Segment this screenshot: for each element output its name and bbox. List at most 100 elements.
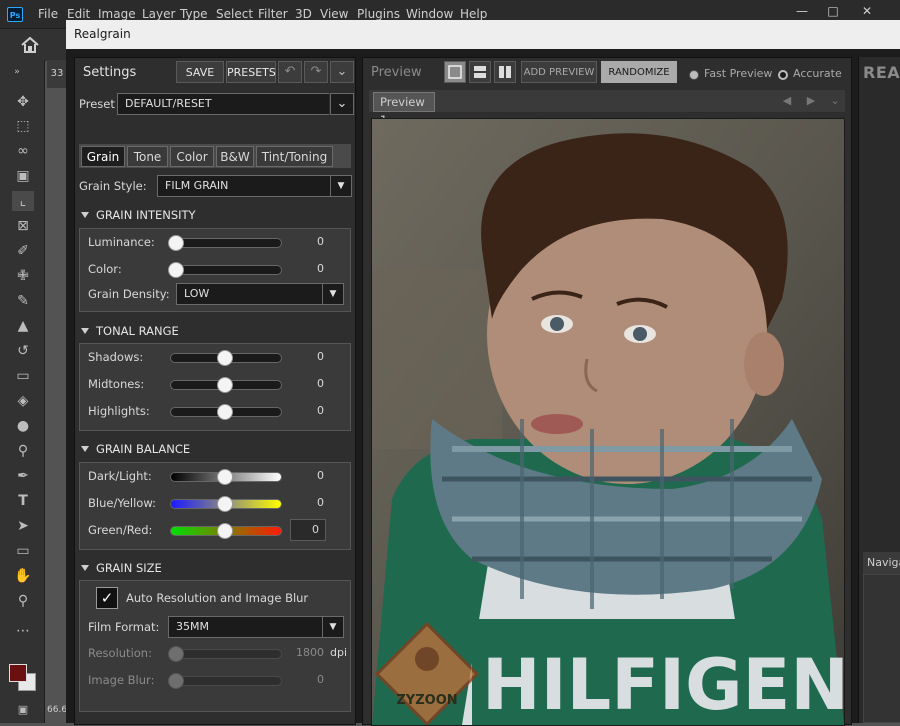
tab-tint-toning[interactable]: Tint/Toning	[256, 146, 333, 167]
green-red-slider-thumb[interactable]	[217, 523, 233, 539]
fast-preview-radio[interactable]	[689, 70, 699, 80]
blue-yellow-slider-thumb[interactable]	[217, 496, 233, 512]
marquee-tool-icon[interactable]: ⬚	[12, 116, 34, 136]
blur-tool-icon[interactable]: ●	[12, 416, 34, 436]
more-tools-icon[interactable]: ⋯	[12, 621, 34, 641]
color-intensity-label: Color:	[88, 262, 122, 276]
grain-intensity-header[interactable]: GRAIN INTENSITY	[81, 208, 196, 222]
paint-bucket-tool-icon[interactable]: ◈	[12, 391, 34, 411]
split-horizontal-button[interactable]	[469, 61, 491, 83]
image-blur-slider-thumb[interactable]	[168, 673, 184, 689]
luminance-slider-thumb[interactable]	[168, 235, 184, 251]
resolution-slider-track[interactable]	[170, 649, 282, 659]
grain-density-value: LOW	[184, 287, 210, 300]
close-icon[interactable]: ✕	[860, 4, 874, 18]
randomize-button[interactable]: RANDOMIZE	[601, 61, 677, 83]
film-format-select[interactable]: 35MM ▼	[168, 616, 344, 638]
luminance-label: Luminance:	[88, 235, 155, 249]
menu-view[interactable]: View	[320, 7, 348, 21]
maximize-icon[interactable]: □	[826, 4, 840, 18]
lasso-tool-icon[interactable]: ∞	[12, 141, 34, 161]
image-blur-slider-track[interactable]	[170, 676, 282, 686]
menu-select[interactable]: Select	[216, 7, 253, 21]
highlights-slider-thumb[interactable]	[217, 404, 233, 420]
preset-value: DEFAULT/RESET	[125, 97, 212, 110]
grain-density-select[interactable]: LOW ▼	[176, 283, 344, 305]
object-select-tool-icon[interactable]: ▣	[12, 166, 34, 186]
undo-icon[interactable]: ↶	[278, 61, 302, 83]
type-tool-icon[interactable]: T	[12, 491, 34, 511]
menu-window[interactable]: Window	[406, 7, 453, 21]
menu-help[interactable]: Help	[460, 7, 487, 21]
previous-arrow-icon[interactable]: ◀	[777, 92, 797, 110]
tab-tone[interactable]: Tone	[127, 146, 168, 167]
preset-chevron-icon[interactable]: ⌄	[330, 93, 354, 115]
eraser-tool-icon[interactable]: ▭	[12, 366, 34, 386]
history-brush-tool-icon[interactable]: ↺	[12, 341, 34, 361]
healing-brush-tool-icon[interactable]: ✙	[12, 266, 34, 286]
accurate-radio[interactable]	[778, 70, 788, 80]
frame-tool-icon[interactable]: ⊠	[12, 216, 34, 236]
expand-chevron-icon[interactable]: »	[6, 62, 28, 82]
navigator-tab[interactable]: Naviga	[863, 552, 900, 574]
zoom-tool-icon[interactable]: ⚲	[12, 591, 34, 611]
eyedropper-tool-icon[interactable]: ✐	[12, 241, 34, 261]
path-select-tool-icon[interactable]: ➤	[12, 516, 34, 536]
hand-tool-icon[interactable]: ✋	[12, 566, 34, 586]
highlights-label: Highlights:	[88, 404, 150, 418]
redo-icon[interactable]: ↷	[304, 61, 328, 83]
document-tab[interactable]: 33	[47, 60, 67, 88]
auto-resolution-checkbox[interactable]: ✓	[96, 587, 118, 609]
menu-type[interactable]: Type	[180, 7, 208, 21]
menu-edit[interactable]: Edit	[67, 7, 90, 21]
shadows-value: 0	[317, 350, 324, 363]
single-view-button[interactable]	[444, 61, 466, 83]
preview-tab-1[interactable]: Preview 1	[373, 92, 435, 127]
minimize-icon[interactable]: —	[795, 4, 809, 18]
preset-select[interactable]: DEFAULT/RESET	[117, 93, 329, 115]
midtones-slider-thumb[interactable]	[217, 377, 233, 393]
stamp-tool-icon[interactable]: ▲	[12, 316, 34, 336]
dark-light-slider-thumb[interactable]	[217, 469, 233, 485]
menu-3d[interactable]: 3D	[295, 7, 312, 21]
tab-bw[interactable]: B&W	[216, 146, 254, 167]
rectangle-tool-icon[interactable]: ▭	[12, 541, 34, 561]
quick-mask-icon[interactable]: ▣	[12, 700, 34, 720]
split-vertical-button[interactable]	[494, 61, 516, 83]
resolution-slider-thumb[interactable]	[168, 646, 184, 662]
brush-tool-icon[interactable]: ✎	[12, 291, 34, 311]
dropdown-arrow-icon[interactable]: ⌄	[825, 92, 845, 110]
move-tool-icon[interactable]: ✥	[12, 92, 34, 112]
save-button[interactable]: SAVE	[176, 61, 224, 83]
blue-yellow-value: 0	[317, 496, 324, 509]
menu-plugins[interactable]: Plugins	[357, 7, 400, 21]
tonal-range-header[interactable]: TONAL RANGE	[81, 324, 179, 338]
luminance-slider-track[interactable]	[170, 238, 282, 248]
pen-tool-icon[interactable]: ✒	[12, 466, 34, 486]
next-arrow-icon[interactable]: ▶	[801, 92, 821, 110]
film-format-value: 35MM	[176, 620, 209, 633]
navigator-area[interactable]	[863, 574, 900, 723]
grain-size-header[interactable]: GRAIN SIZE	[81, 561, 162, 575]
green-red-value-input[interactable]: 0	[290, 519, 326, 541]
grain-style-select[interactable]: FILM GRAIN ▼	[157, 175, 352, 197]
menu-file[interactable]: File	[38, 7, 58, 21]
tab-color[interactable]: Color	[170, 146, 214, 167]
tab-grain[interactable]: Grain	[81, 146, 125, 167]
presets-button[interactable]: PRESETS	[226, 61, 276, 83]
collapse-chevron-icon[interactable]: ⌄	[330, 61, 354, 83]
color-intensity-slider-track[interactable]	[170, 265, 282, 275]
preview-image[interactable]: HILFIGEN ZYZOON	[371, 118, 845, 726]
home-icon[interactable]	[20, 36, 40, 54]
add-preview-button[interactable]: ADD PREVIEW	[521, 61, 597, 83]
menu-layer[interactable]: Layer	[142, 7, 175, 21]
foreground-color-front[interactable]	[9, 664, 27, 682]
menu-filter[interactable]: Filter	[258, 7, 288, 21]
crop-tool-icon[interactable]: ⌞	[12, 191, 34, 211]
dodge-tool-icon[interactable]: ⚲	[12, 441, 34, 461]
menu-image[interactable]: Image	[98, 7, 136, 21]
grain-balance-header[interactable]: GRAIN BALANCE	[81, 442, 190, 456]
shadows-slider-thumb[interactable]	[217, 350, 233, 366]
highlights-value: 0	[317, 404, 324, 417]
color-intensity-slider-thumb[interactable]	[168, 262, 184, 278]
